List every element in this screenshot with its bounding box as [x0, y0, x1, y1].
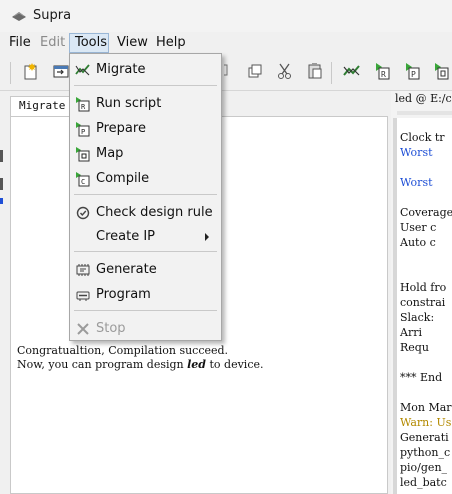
- log-line: Coverage: [400, 206, 452, 219]
- menu-item-create-ip[interactable]: Create IP: [70, 225, 221, 249]
- open-project-icon[interactable]: [51, 61, 71, 81]
- prepare-icon: P: [76, 122, 90, 137]
- menu-bar: [0, 32, 452, 54]
- run-script-toolbar-icon[interactable]: R: [373, 61, 393, 81]
- scissors-icon[interactable]: [275, 61, 295, 81]
- menu-item-migrate[interactable]: Migrate: [70, 58, 221, 82]
- compile-icon: C: [76, 172, 90, 187]
- menu-item-label: Stop: [96, 321, 126, 336]
- cut-partial-icon[interactable]: [222, 61, 242, 81]
- log-line: Slack:: [400, 311, 435, 324]
- svg-text:P: P: [81, 128, 85, 136]
- tab-led-project[interactable]: led @ E:/c: [395, 92, 452, 105]
- menu-item-label: Prepare: [96, 121, 146, 136]
- migrate-icon: [75, 64, 90, 76]
- app-logo-icon: [12, 12, 26, 21]
- menu-item-map[interactable]: Map: [70, 142, 221, 166]
- program-icon: [76, 291, 90, 301]
- menu-item-run-script[interactable]: R Run script: [70, 92, 221, 116]
- toolbar-divider: [331, 62, 332, 84]
- log-line: Auto c: [400, 236, 436, 249]
- menu-item-label: Migrate: [96, 62, 146, 77]
- svg-text:R: R: [381, 70, 386, 79]
- console-line-1: Congratualtion, Compilation succeed.: [17, 344, 229, 357]
- menu-item-generate[interactable]: Generate: [70, 258, 221, 282]
- console-design-name: led: [187, 358, 206, 371]
- menu-item-label: Run script: [96, 96, 162, 111]
- log-line: Worst: [400, 176, 433, 189]
- map-toolbar-icon[interactable]: [432, 61, 452, 81]
- svg-text:P: P: [411, 70, 416, 79]
- run-script-icon: R: [76, 97, 90, 112]
- side-splitter-handle[interactable]: [0, 150, 4, 210]
- log-line: Requ: [400, 341, 429, 354]
- menu-separator: [74, 251, 217, 252]
- log-line: led_batc: [400, 476, 447, 489]
- submenu-arrow-icon: [205, 233, 209, 241]
- log-line: constrai: [400, 296, 446, 309]
- log-line: Warn: Us: [400, 416, 452, 429]
- menu-item-label: Generate: [96, 262, 157, 277]
- menu-tools[interactable]: Tools: [75, 35, 107, 50]
- menu-edit[interactable]: Edit: [40, 35, 65, 50]
- new-file-icon[interactable]: [21, 61, 41, 81]
- console-line-2-prefix: Now, you can program design: [17, 358, 188, 371]
- menu-item-label: Check design rule: [96, 205, 213, 220]
- log-line: Mon Mar: [400, 401, 452, 414]
- log-line: Worst: [400, 146, 433, 159]
- map-icon: [76, 147, 90, 162]
- menu-item-label: Compile: [96, 171, 150, 186]
- menu-separator: [74, 310, 217, 311]
- prepare-toolbar-icon[interactable]: P: [403, 61, 423, 81]
- log-line: Clock tr: [400, 131, 445, 144]
- menu-file[interactable]: File: [9, 35, 31, 50]
- right-panel-header-strip: [397, 111, 452, 115]
- log-line: Hold fro: [400, 281, 447, 294]
- log-line: *** End: [400, 371, 443, 384]
- menu-view[interactable]: View: [117, 35, 148, 50]
- log-line: Arri: [400, 326, 422, 339]
- stop-icon: [77, 323, 89, 335]
- menu-item-prepare[interactable]: P Prepare: [70, 117, 221, 141]
- migrate-toolbar-icon[interactable]: [342, 61, 362, 81]
- menu-separator: [74, 194, 217, 195]
- menu-help[interactable]: Help: [156, 35, 186, 50]
- console-line-2-suffix: to device.: [206, 358, 264, 371]
- window-title: Supra: [33, 8, 72, 23]
- log-line: python_c: [400, 446, 451, 459]
- check-design-rule-icon: [76, 206, 90, 220]
- copy-icon[interactable]: [245, 61, 265, 81]
- tab-migrate-label: Migrate: [19, 99, 66, 112]
- console-line-2: Now, you can program design led to devic…: [17, 358, 264, 371]
- svg-text:C: C: [81, 178, 85, 186]
- menu-item-check-design-rule[interactable]: Check design rule: [70, 201, 221, 225]
- menu-item-label: Program: [96, 287, 151, 302]
- menu-separator: [74, 85, 217, 86]
- toolbar-divider: [10, 62, 11, 84]
- log-line: Generati: [400, 431, 449, 444]
- tools-dropdown-menu: Migrate R Run script P Prepare Map C Com…: [69, 53, 222, 341]
- paste-icon[interactable]: [305, 61, 325, 81]
- generate-icon: [76, 264, 90, 276]
- menu-item-stop[interactable]: Stop: [70, 317, 221, 341]
- menu-item-program[interactable]: Program: [70, 283, 221, 307]
- log-line: User c: [400, 221, 437, 234]
- log-line: pio/gen_: [400, 461, 448, 474]
- menu-item-label: Map: [96, 146, 124, 161]
- menu-item-label: Create IP: [96, 229, 156, 244]
- menu-item-compile[interactable]: C Compile: [70, 167, 221, 191]
